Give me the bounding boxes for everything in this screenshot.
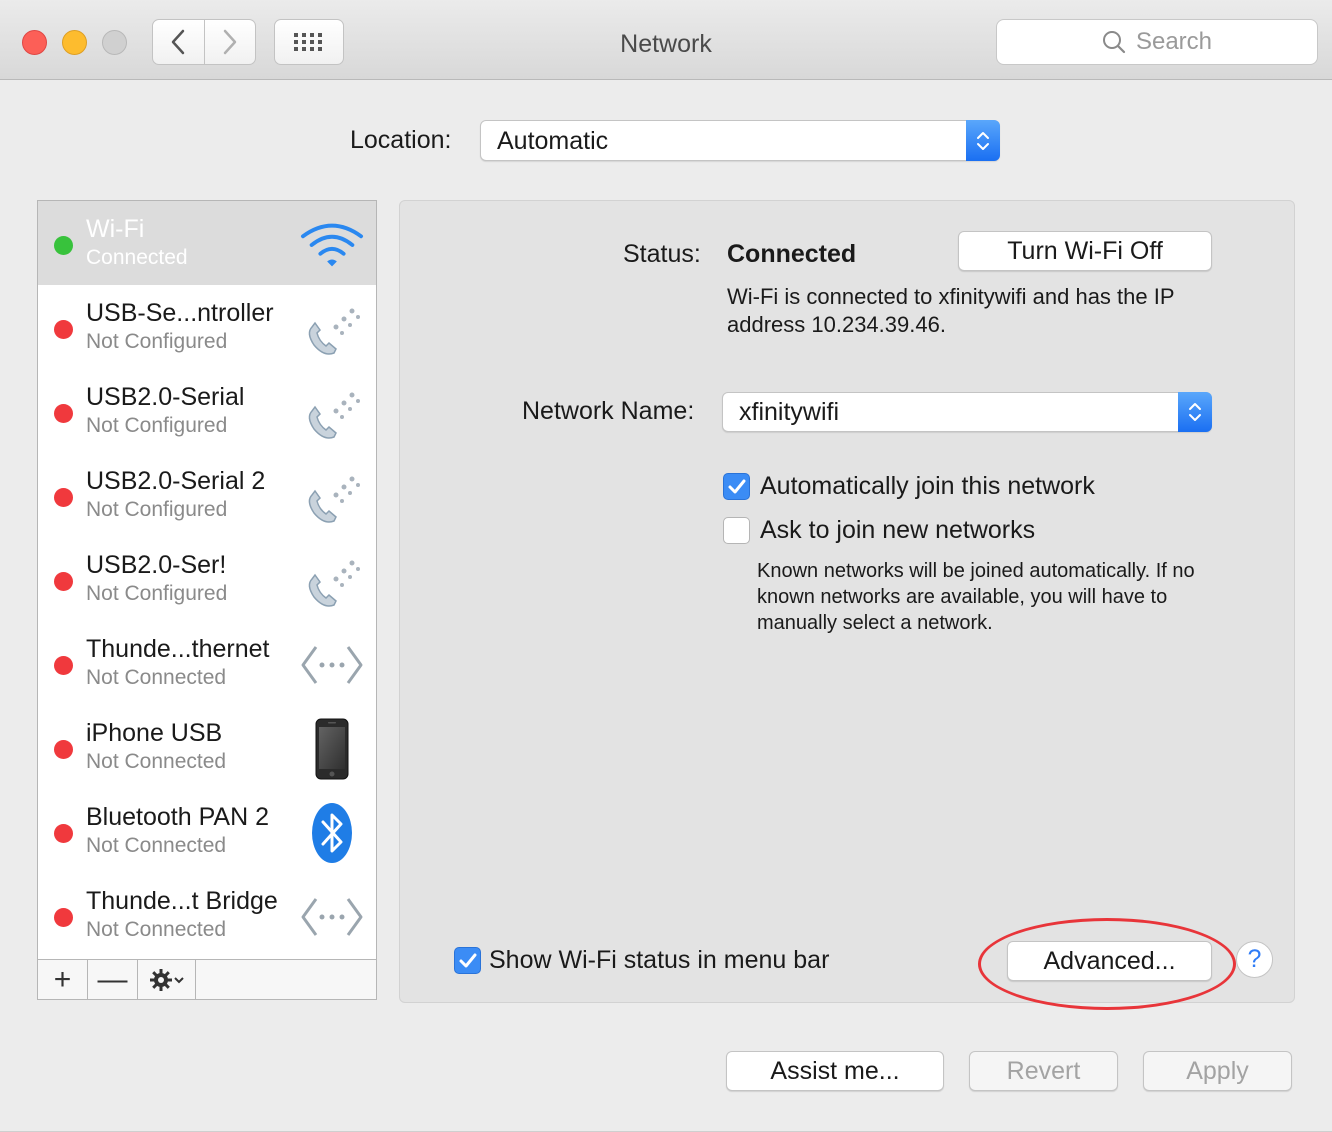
turn-wifi-off-button[interactable]: Turn Wi-Fi Off bbox=[958, 231, 1212, 271]
service-status: Not Configured bbox=[86, 414, 228, 437]
status-dot bbox=[54, 404, 73, 423]
status-dot bbox=[54, 488, 73, 507]
service-name: USB-Se...ntroller bbox=[86, 299, 274, 327]
popup-arrows-icon bbox=[966, 120, 1000, 161]
status-dot bbox=[54, 572, 73, 591]
service-item-wifi[interactable]: Wi-Fi Connected bbox=[38, 201, 376, 285]
network-name-label: Network Name: bbox=[522, 397, 695, 425]
status-dot bbox=[54, 908, 73, 927]
network-preferences-window: Network Search Location: Automatic Wi-Fi… bbox=[0, 0, 1332, 1132]
phone-modem-icon bbox=[300, 381, 364, 445]
assist-me-button[interactable]: Assist me... bbox=[726, 1051, 944, 1091]
service-status: Not Connected bbox=[86, 666, 227, 689]
checkmark-icon bbox=[728, 479, 745, 493]
service-list-toolbar: + — bbox=[38, 959, 376, 999]
revert-button[interactable]: Revert bbox=[969, 1051, 1118, 1091]
checkmark-icon bbox=[459, 953, 476, 967]
status-label: Status: bbox=[623, 240, 701, 268]
service-name: USB2.0-Serial 2 bbox=[86, 467, 266, 495]
service-status: Connected bbox=[86, 246, 188, 269]
location-value: Automatic bbox=[497, 127, 609, 155]
phone-modem-icon bbox=[300, 549, 364, 613]
service-item-usb2-serial-2[interactable]: USB2.0-Serial 2 Not Configured bbox=[38, 453, 376, 537]
ethernet-icon bbox=[300, 633, 364, 697]
search-field[interactable]: Search bbox=[996, 19, 1318, 65]
apply-button[interactable]: Apply bbox=[1143, 1051, 1292, 1091]
add-service-button[interactable]: + bbox=[38, 960, 88, 999]
service-list: Wi-Fi Connected USB-Se...ntroller Not Co… bbox=[37, 200, 377, 1000]
location-label: Location: bbox=[350, 126, 452, 154]
ask-join-label: Ask to join new networks bbox=[760, 516, 1036, 544]
show-wifi-status-checkbox[interactable] bbox=[454, 947, 481, 974]
bluetooth-icon bbox=[300, 801, 364, 865]
service-status: Not Configured bbox=[86, 330, 228, 353]
title-bar: Network Search bbox=[0, 0, 1332, 80]
service-name: USB2.0-Ser! bbox=[86, 551, 227, 579]
service-name: Thunde...t Bridge bbox=[86, 887, 278, 915]
advanced-button[interactable]: Advanced... bbox=[1007, 941, 1212, 981]
iphone-icon bbox=[300, 717, 364, 781]
service-name: iPhone USB bbox=[86, 719, 223, 747]
status-dot bbox=[54, 824, 73, 843]
service-item-usb-serial-controller[interactable]: USB-Se...ntroller Not Configured bbox=[38, 285, 376, 369]
status-description: Wi-Fi is connected to xfinitywifi and ha… bbox=[727, 284, 1175, 337]
show-wifi-status-label: Show Wi-Fi status in menu bar bbox=[489, 946, 830, 974]
search-icon bbox=[1102, 31, 1126, 54]
location-popup[interactable]: Automatic bbox=[480, 120, 1000, 161]
action-menu-button[interactable] bbox=[138, 960, 196, 999]
wifi-icon bbox=[300, 213, 364, 277]
status-dot bbox=[54, 740, 73, 759]
service-item-iphone-usb[interactable]: iPhone USB Not Connected bbox=[38, 705, 376, 789]
service-name: Wi-Fi bbox=[86, 215, 145, 243]
service-item-thunderbolt-bridge[interactable]: Thunde...t Bridge Not Connected bbox=[38, 873, 376, 957]
status-dot bbox=[54, 656, 73, 675]
ethernet-icon bbox=[300, 885, 364, 949]
service-status: Not Connected bbox=[86, 750, 227, 773]
chevron-down-icon bbox=[173, 976, 184, 983]
auto-join-label: Automatically join this network bbox=[760, 472, 1095, 500]
popup-arrows-icon bbox=[1178, 392, 1212, 432]
phone-modem-icon bbox=[300, 297, 364, 361]
help-button[interactable]: ? bbox=[1236, 941, 1273, 978]
network-name-popup[interactable]: xfinitywifi bbox=[722, 392, 1212, 432]
auto-join-checkbox[interactable] bbox=[723, 473, 750, 500]
service-name: Bluetooth PAN 2 bbox=[86, 803, 269, 831]
network-name-value: xfinitywifi bbox=[739, 398, 840, 426]
service-status: Not Configured bbox=[86, 582, 228, 605]
service-item-usb2-ser[interactable]: USB2.0-Ser! Not Configured bbox=[38, 537, 376, 621]
service-item-usb2-serial[interactable]: USB2.0-Serial Not Configured bbox=[38, 369, 376, 453]
ask-join-checkbox[interactable] bbox=[723, 517, 750, 544]
search-placeholder: Search bbox=[1135, 28, 1213, 55]
service-status: Not Connected bbox=[86, 834, 227, 857]
status-dot bbox=[54, 236, 73, 255]
service-item-thunderbolt-ethernet[interactable]: Thunde...thernet Not Connected bbox=[38, 621, 376, 705]
gear-icon bbox=[149, 968, 172, 991]
service-name: USB2.0-Serial bbox=[86, 383, 245, 411]
service-status: Not Connected bbox=[86, 918, 227, 941]
service-status: Not Configured bbox=[86, 498, 228, 521]
remove-service-button[interactable]: — bbox=[88, 960, 138, 999]
ask-join-help-text: Known networks will be joined automatica… bbox=[757, 560, 1195, 634]
phone-modem-icon bbox=[300, 465, 364, 529]
status-dot bbox=[54, 320, 73, 339]
service-item-bluetooth-pan-2[interactable]: Bluetooth PAN 2 Not Connected bbox=[38, 789, 376, 873]
service-name: Thunde...thernet bbox=[86, 635, 270, 663]
status-value: Connected bbox=[727, 240, 857, 268]
